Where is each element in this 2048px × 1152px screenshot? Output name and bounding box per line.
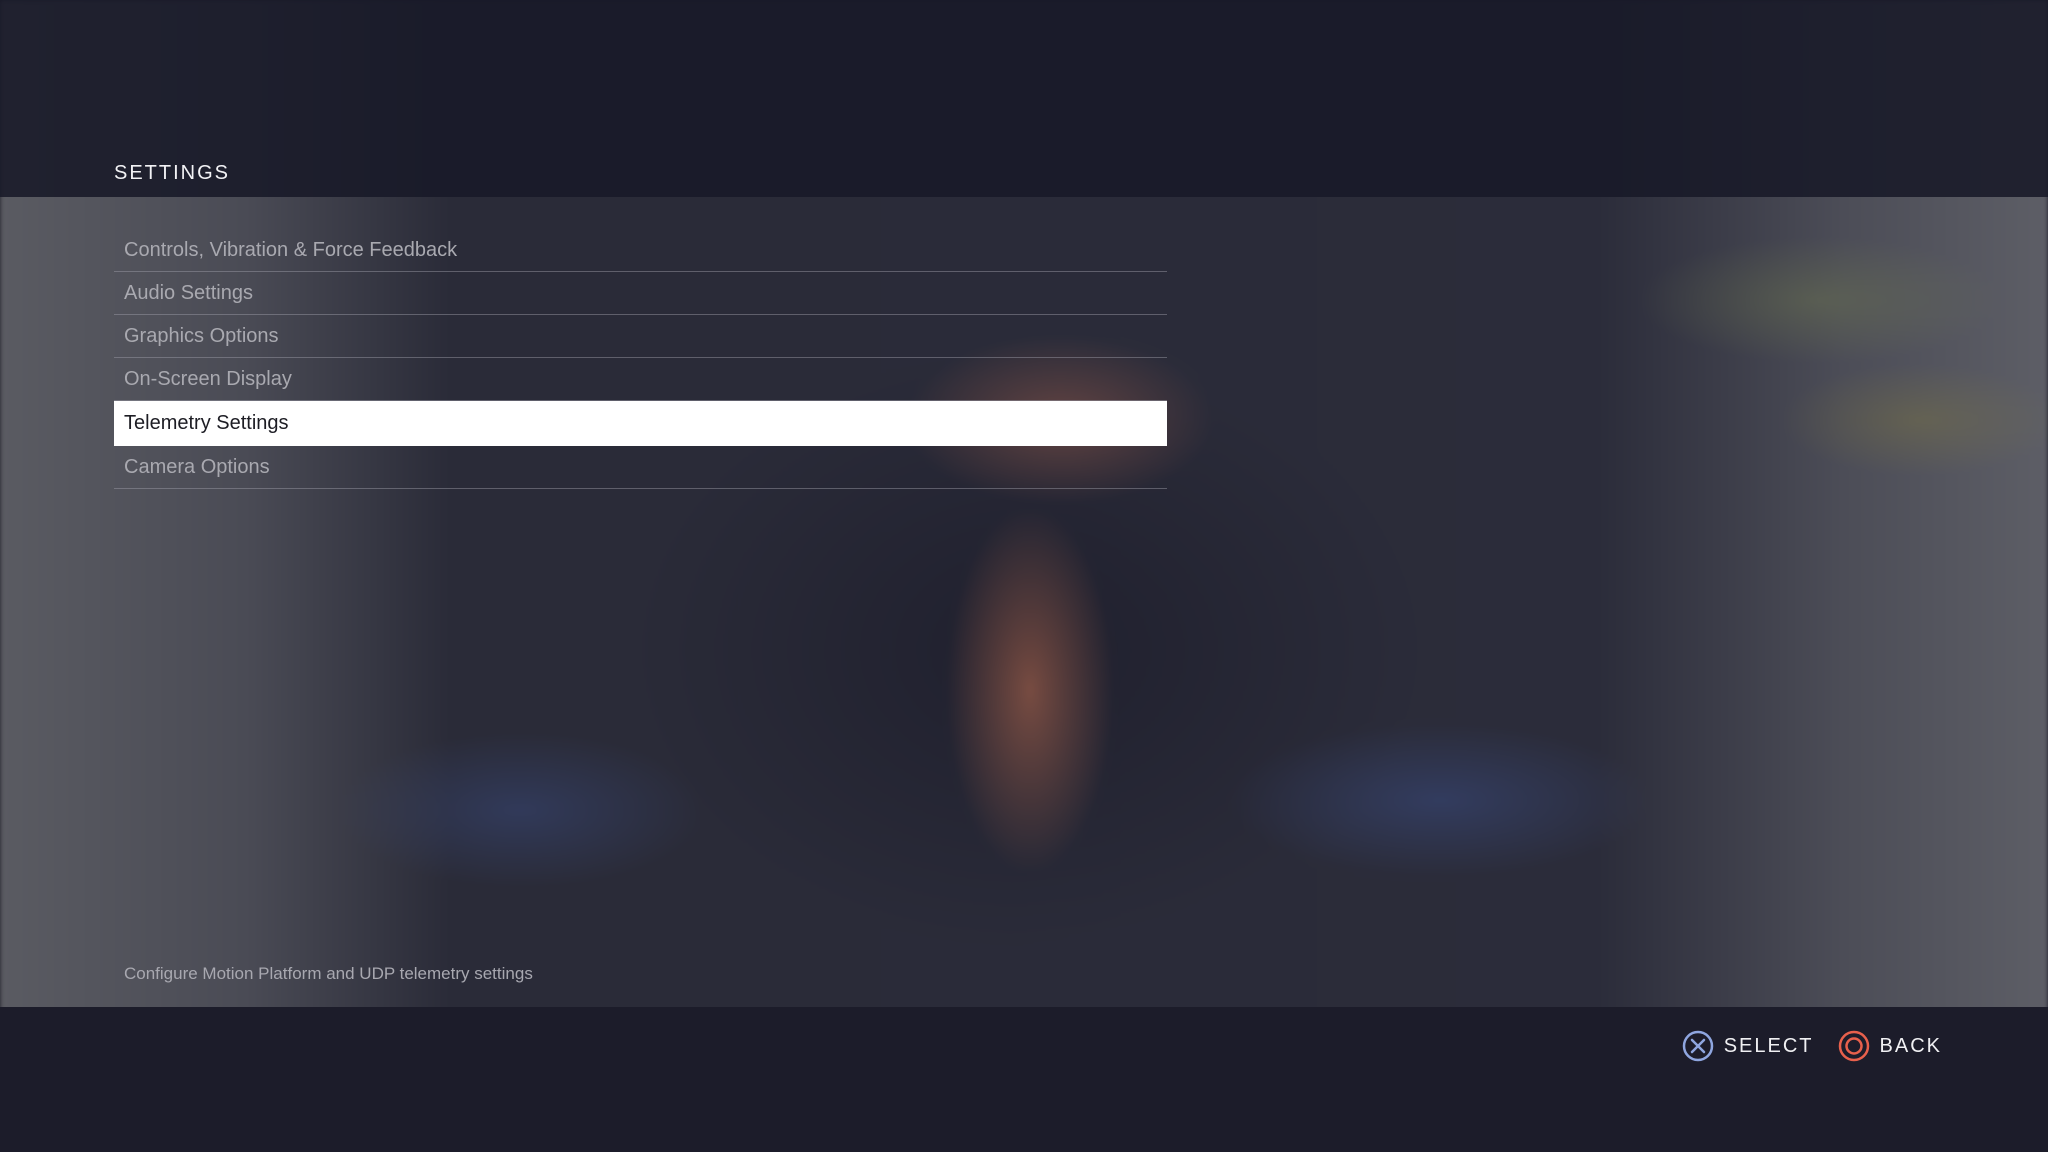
menu-item-on-screen-display[interactable]: On-Screen Display	[114, 358, 1167, 401]
settings-menu: Controls, Vibration & Force Feedback Aud…	[114, 229, 1167, 489]
back-button[interactable]: BACK	[1838, 1030, 1942, 1062]
menu-item-controls[interactable]: Controls, Vibration & Force Feedback	[114, 229, 1167, 272]
header-band	[0, 0, 2048, 197]
back-label: BACK	[1879, 1034, 1942, 1057]
select-button[interactable]: SELECT	[1682, 1030, 1814, 1062]
menu-item-label: Camera Options	[124, 455, 270, 478]
footer-band	[0, 1007, 2048, 1152]
menu-item-label: Audio Settings	[124, 281, 253, 304]
menu-item-telemetry[interactable]: Telemetry Settings	[114, 401, 1167, 446]
settings-screen: SETTINGS Controls, Vibration & Force Fee…	[0, 0, 2048, 1152]
menu-item-graphics[interactable]: Graphics Options	[114, 315, 1167, 358]
menu-item-audio[interactable]: Audio Settings	[114, 272, 1167, 315]
menu-item-label: On-Screen Display	[124, 367, 292, 390]
menu-item-label: Telemetry Settings	[124, 411, 289, 434]
circle-button-icon	[1838, 1030, 1870, 1062]
page-title: SETTINGS	[114, 162, 231, 184]
cross-button-icon	[1682, 1030, 1714, 1062]
menu-item-label: Controls, Vibration & Force Feedback	[124, 238, 458, 261]
button-hints: SELECT BACK	[1682, 1030, 1942, 1062]
item-description: Configure Motion Platform and UDP teleme…	[124, 964, 533, 983]
menu-item-label: Graphics Options	[124, 324, 279, 347]
menu-item-camera[interactable]: Camera Options	[114, 446, 1167, 489]
select-label: SELECT	[1723, 1034, 1814, 1057]
